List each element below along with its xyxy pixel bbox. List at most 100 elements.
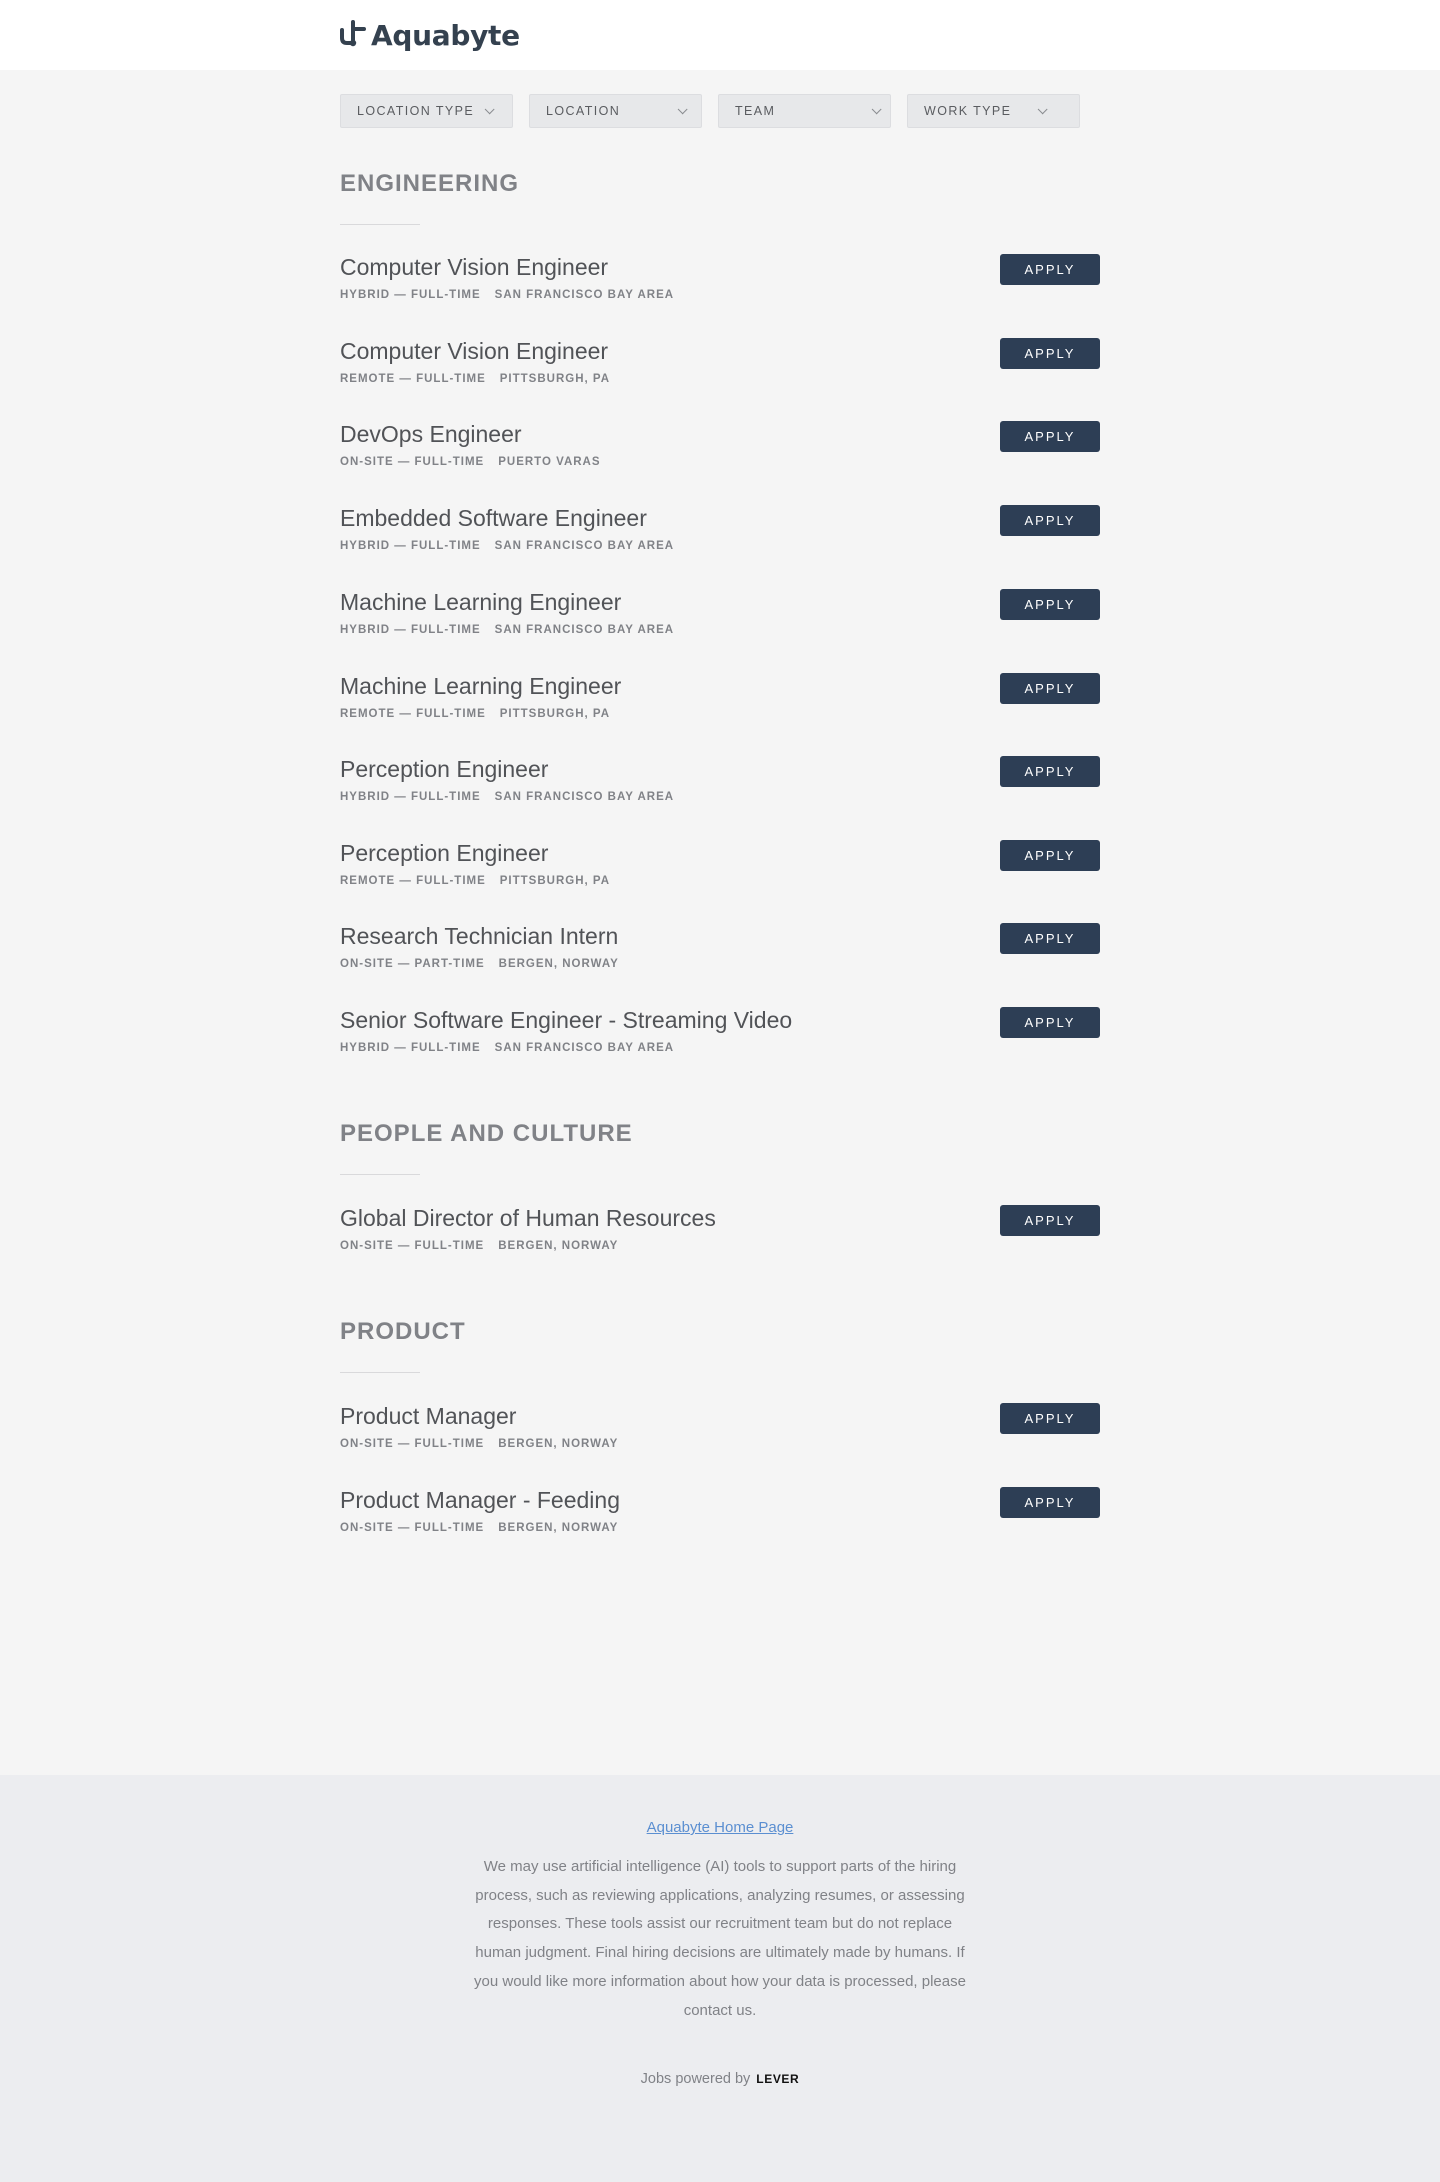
posting-item: Research Technician Intern ON-SITE — PAR… [340,923,1100,995]
posting-work-type: ON-SITE — FULL-TIME [340,1522,485,1534]
filter-label: TEAM [735,104,776,118]
apply-button[interactable]: APPLY [1000,338,1100,369]
posting-item: Senior Software Engineer - Streaming Vid… [340,1007,1100,1079]
apply-button[interactable]: APPLY [1000,1007,1100,1038]
aquabyte-logo-icon [340,20,366,47]
filter-team[interactable]: TEAM [718,94,891,128]
apply-button[interactable]: APPLY [1000,505,1100,536]
posting-meta: REMOTE — FULL-TIME PITTSBURGH, PA [340,373,610,385]
posting-title[interactable]: Perception Engineer [340,756,1100,783]
powered-by: Jobs powered by LEVER [0,2071,1440,2087]
posting-location: SAN FRANCISCO BAY AREA [494,791,675,803]
divider [340,224,420,225]
posting-work-type: ON-SITE — FULL-TIME [340,1240,485,1252]
posting-work-type: HYBRID — FULL-TIME [340,624,481,636]
posting-meta: HYBRID — FULL-TIME SAN FRANCISCO BAY AREA [340,624,674,636]
brand-logo[interactable]: Aquabyte [339,17,520,53]
posting-item: Computer Vision Engineer REMOTE — FULL-T… [340,338,1100,410]
chevron-down-icon [677,103,688,114]
posting-location: SAN FRANCISCO BAY AREA [494,624,675,636]
posting-title[interactable]: Embedded Software Engineer [340,505,1100,532]
posting-item: Global Director of Human Resources ON-SI… [340,1205,1100,1277]
posting-meta: HYBRID — FULL-TIME SAN FRANCISCO BAY AREA [340,1042,674,1054]
posting-work-type: ON-SITE — FULL-TIME [340,1438,485,1450]
posting-work-type: REMOTE — FULL-TIME [340,875,486,887]
posting-meta: HYBRID — FULL-TIME SAN FRANCISCO BAY AREA [340,289,674,301]
apply-button[interactable]: APPLY [1000,840,1100,871]
posting-title[interactable]: Research Technician Intern [340,923,1100,950]
filter-work-type[interactable]: WORK TYPE [907,94,1080,128]
posting-location: SAN FRANCISCO BAY AREA [494,1042,675,1054]
team-heading-engineering: ENGINEERING [340,170,519,225]
divider [340,1174,420,1175]
posting-work-type: ON-SITE — PART-TIME [340,958,485,970]
apply-button[interactable]: APPLY [1000,589,1100,620]
posting-meta: ON-SITE — PART-TIME BERGEN, NORWAY [340,958,619,970]
apply-button[interactable]: APPLY [1000,673,1100,704]
posting-location: BERGEN, NORWAY [498,1522,619,1534]
filter-location-type[interactable]: LOCATION TYPE [340,94,513,128]
posting-item: Perception Engineer HYBRID — FULL-TIME SA… [340,756,1100,828]
team-title: ENGINEERING [340,170,520,197]
posting-item: Perception Engineer REMOTE — FULL-TIME PI… [340,840,1100,912]
posting-work-type: HYBRID — FULL-TIME [340,791,481,803]
posting-location: BERGEN, NORWAY [498,1438,619,1450]
posting-title[interactable]: Product Manager [340,1403,1100,1430]
posting-work-type: REMOTE — FULL-TIME [340,373,486,385]
posting-location: BERGEN, NORWAY [498,1240,619,1252]
posting-title[interactable]: DevOps Engineer [340,421,1100,448]
posting-item: Machine Learning Engineer HYBRID — FULL-… [340,589,1100,661]
lever-logo[interactable]: LEVER [756,2072,799,2086]
posting-title[interactable]: Machine Learning Engineer [340,673,1100,700]
posting-work-type: HYBRID — FULL-TIME [340,540,481,552]
posting-title[interactable]: Computer Vision Engineer [340,254,1100,281]
posting-location: SAN FRANCISCO BAY AREA [494,289,675,301]
posting-location: PITTSBURGH, PA [499,875,611,887]
posting-meta: HYBRID — FULL-TIME SAN FRANCISCO BAY AREA [340,791,674,803]
posting-title[interactable]: Machine Learning Engineer [340,589,1100,616]
posting-title[interactable]: Computer Vision Engineer [340,338,1100,365]
posting-location: BERGEN, NORWAY [498,958,619,970]
apply-button[interactable]: APPLY [1000,923,1100,954]
posting-title[interactable]: Senior Software Engineer - Streaming Vid… [340,1007,1100,1034]
filter-label: WORK TYPE [924,104,1012,118]
posting-meta: ON-SITE — FULL-TIME BERGEN, NORWAY [340,1522,618,1534]
posting-location: PITTSBURGH, PA [499,373,611,385]
brand-name: Aquabyte [371,18,520,52]
posting-title[interactable]: Global Director of Human Resources [340,1205,1100,1232]
posting-meta: ON-SITE — FULL-TIME BERGEN, NORWAY [340,1240,618,1252]
team-title: PEOPLE AND CULTURE [340,1120,633,1147]
posting-item: Embedded Software Engineer HYBRID — FULL… [340,505,1100,577]
posting-item: Product Manager ON-SITE — FULL-TIME BERGE… [340,1403,1100,1475]
apply-button[interactable]: APPLY [1000,421,1100,452]
divider [340,1372,420,1373]
apply-button[interactable]: APPLY [1000,1205,1100,1236]
posting-title[interactable]: Perception Engineer [340,840,1100,867]
apply-button[interactable]: APPLY [1000,1403,1100,1434]
posting-title[interactable]: Product Manager - Feeding [340,1487,1100,1514]
posting-location: PITTSBURGH, PA [499,708,611,720]
filter-bar: LOCATION TYPE LOCATION TEAM WORK TYPE [340,94,1080,128]
team-title: PRODUCT [340,1318,466,1345]
apply-button[interactable]: APPLY [1000,1487,1100,1518]
chevron-down-icon [484,103,495,114]
team-heading-people-and-culture: PEOPLE AND CULTURE [340,1120,633,1175]
filter-location[interactable]: LOCATION [529,94,702,128]
posting-work-type: REMOTE — FULL-TIME [340,708,486,720]
posting-item: DevOps Engineer ON-SITE — FULL-TIME PUERT… [340,421,1100,493]
posting-work-type: HYBRID — FULL-TIME [340,289,481,301]
posting-meta: REMOTE — FULL-TIME PITTSBURGH, PA [340,708,610,720]
posting-location: SAN FRANCISCO BAY AREA [494,540,675,552]
home-page-link[interactable]: Aquabyte Home Page [0,1819,1440,1836]
posting-meta: HYBRID — FULL-TIME SAN FRANCISCO BAY AREA [340,540,674,552]
apply-button[interactable]: APPLY [1000,254,1100,285]
site-header: Aquabyte [0,0,1440,70]
posting-meta: ON-SITE — FULL-TIME BERGEN, NORWAY [340,1438,618,1450]
posting-work-type: ON-SITE — FULL-TIME [340,456,485,468]
powered-by-text: Jobs powered by [640,2071,751,2087]
apply-button[interactable]: APPLY [1000,756,1100,787]
posting-item: Computer Vision Engineer HYBRID — FULL-T… [340,254,1100,326]
posting-item: Machine Learning Engineer REMOTE — FULL-… [340,673,1100,745]
posting-item: Product Manager - Feeding ON-SITE — FULL… [340,1487,1100,1559]
ai-notice: We may use artificial intelligence (AI) … [474,1858,966,2019]
